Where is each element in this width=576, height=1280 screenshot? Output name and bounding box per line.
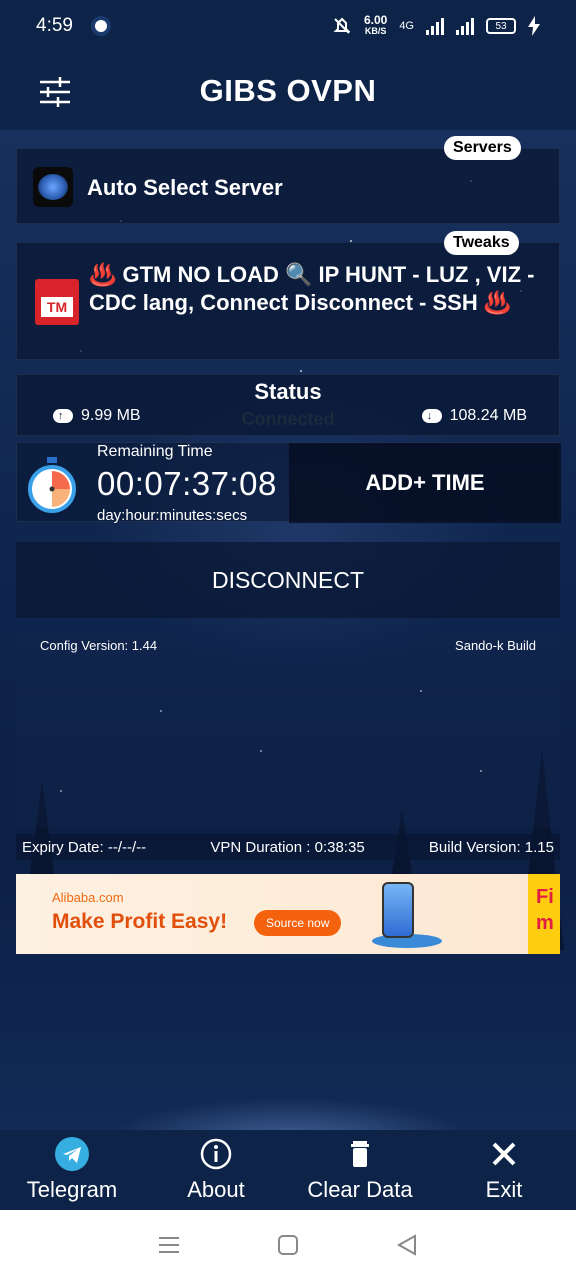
add-time-button[interactable]: ADD+ TIME: [289, 443, 561, 523]
ad-headline: Make Profit Easy!: [52, 910, 228, 933]
charging-icon: [528, 16, 540, 36]
system-navigation-bar: [0, 1210, 576, 1280]
tweak-name: ♨️ GTM NO LOAD 🔍 IP HUNT - LUZ , VIZ - C…: [89, 262, 535, 315]
ad-banner[interactable]: Alibaba.com Make Profit Easy! Source now…: [16, 874, 560, 954]
info-icon: [199, 1137, 233, 1171]
download-icon: ↓: [421, 409, 442, 423]
ad-brand: Alibaba.com: [52, 890, 124, 905]
vpn-app-icon: [90, 16, 111, 36]
remaining-time-format: day:hour:minutes:secs: [97, 507, 248, 524]
vpn-duration: VPN Duration : 0:38:35: [210, 838, 365, 856]
status-title: Status: [254, 379, 322, 404]
tweaks-pill[interactable]: Tweaks: [444, 231, 519, 255]
info-bar: Expiry Date: --/--/-- VPN Duration : 0:3…: [16, 834, 560, 860]
telegram-icon: [55, 1137, 89, 1171]
tweak-selector[interactable]: TM ♨️ GTM NO LOAD 🔍 IP HUNT - LUZ , VIZ …: [16, 242, 560, 360]
log-panel: Config Version: 1.44 Sando-k Build: [16, 634, 560, 828]
bottom-navigation: Telegram About Clear Data Exit: [0, 1130, 576, 1210]
server-name: Auto Select Server: [87, 175, 283, 200]
tm-logo-icon: TM: [35, 279, 79, 325]
disconnect-button[interactable]: DISCONNECT: [16, 542, 560, 618]
system-status-bar: 4:59 6.00 KB/S 4G 53: [0, 0, 576, 52]
home-icon[interactable]: [277, 1234, 299, 1256]
battery-icon: 53: [486, 18, 516, 34]
build-author: Sando-k Build: [455, 638, 536, 653]
build-version: Build Version: 1.15: [428, 838, 554, 856]
app-title: GIBS OVPN: [199, 73, 377, 108]
status-icons: 6.00 KB/S 4G 53: [332, 13, 540, 37]
close-icon: [487, 1137, 521, 1171]
stopwatch-icon: [28, 457, 76, 513]
remaining-time-value: 00:07:37:08: [97, 465, 277, 502]
status-panel: Status Connected ↑ 9.99 MB ↓ 108.24 MB: [16, 374, 560, 436]
clock: 4:59: [36, 15, 73, 36]
expiry-date: Expiry Date: --/--/--: [22, 838, 147, 856]
config-version: Config Version: 1.44: [40, 638, 158, 653]
trash-icon: [343, 1137, 377, 1171]
nav-clear-data[interactable]: Clear Data: [288, 1130, 432, 1210]
upload-icon: ↑: [53, 409, 73, 423]
nav-telegram[interactable]: Telegram: [0, 1130, 144, 1210]
signal-icon: [426, 17, 444, 35]
mute-icon: [333, 17, 351, 34]
network-type: 4G: [399, 20, 414, 32]
remaining-time-panel: Remaining Time 00:07:37:08 day:hour:minu…: [16, 442, 561, 524]
app-bar: GIBS OVPN: [0, 52, 576, 130]
signal-icon-2: [456, 17, 474, 35]
ad-phone-image: [382, 882, 414, 938]
network-speed: 6.00 KB/S: [363, 13, 388, 36]
settings-sliders-icon[interactable]: [38, 76, 72, 108]
server-logo-icon: [33, 167, 73, 207]
ad-source-now-button[interactable]: Source now: [254, 910, 342, 936]
recents-menu-icon[interactable]: [158, 1235, 180, 1255]
ad-side-text: Fi m: [528, 874, 560, 954]
back-icon[interactable]: [396, 1234, 418, 1256]
upload-stat: ↑ 9.99 MB: [53, 407, 141, 425]
servers-pill[interactable]: Servers: [444, 136, 521, 160]
download-stat: ↓ 108.24 MB: [421, 407, 527, 425]
remaining-time-label: Remaining Time: [97, 443, 213, 460]
nav-exit[interactable]: Exit: [432, 1130, 576, 1210]
nav-about[interactable]: About: [144, 1130, 288, 1210]
